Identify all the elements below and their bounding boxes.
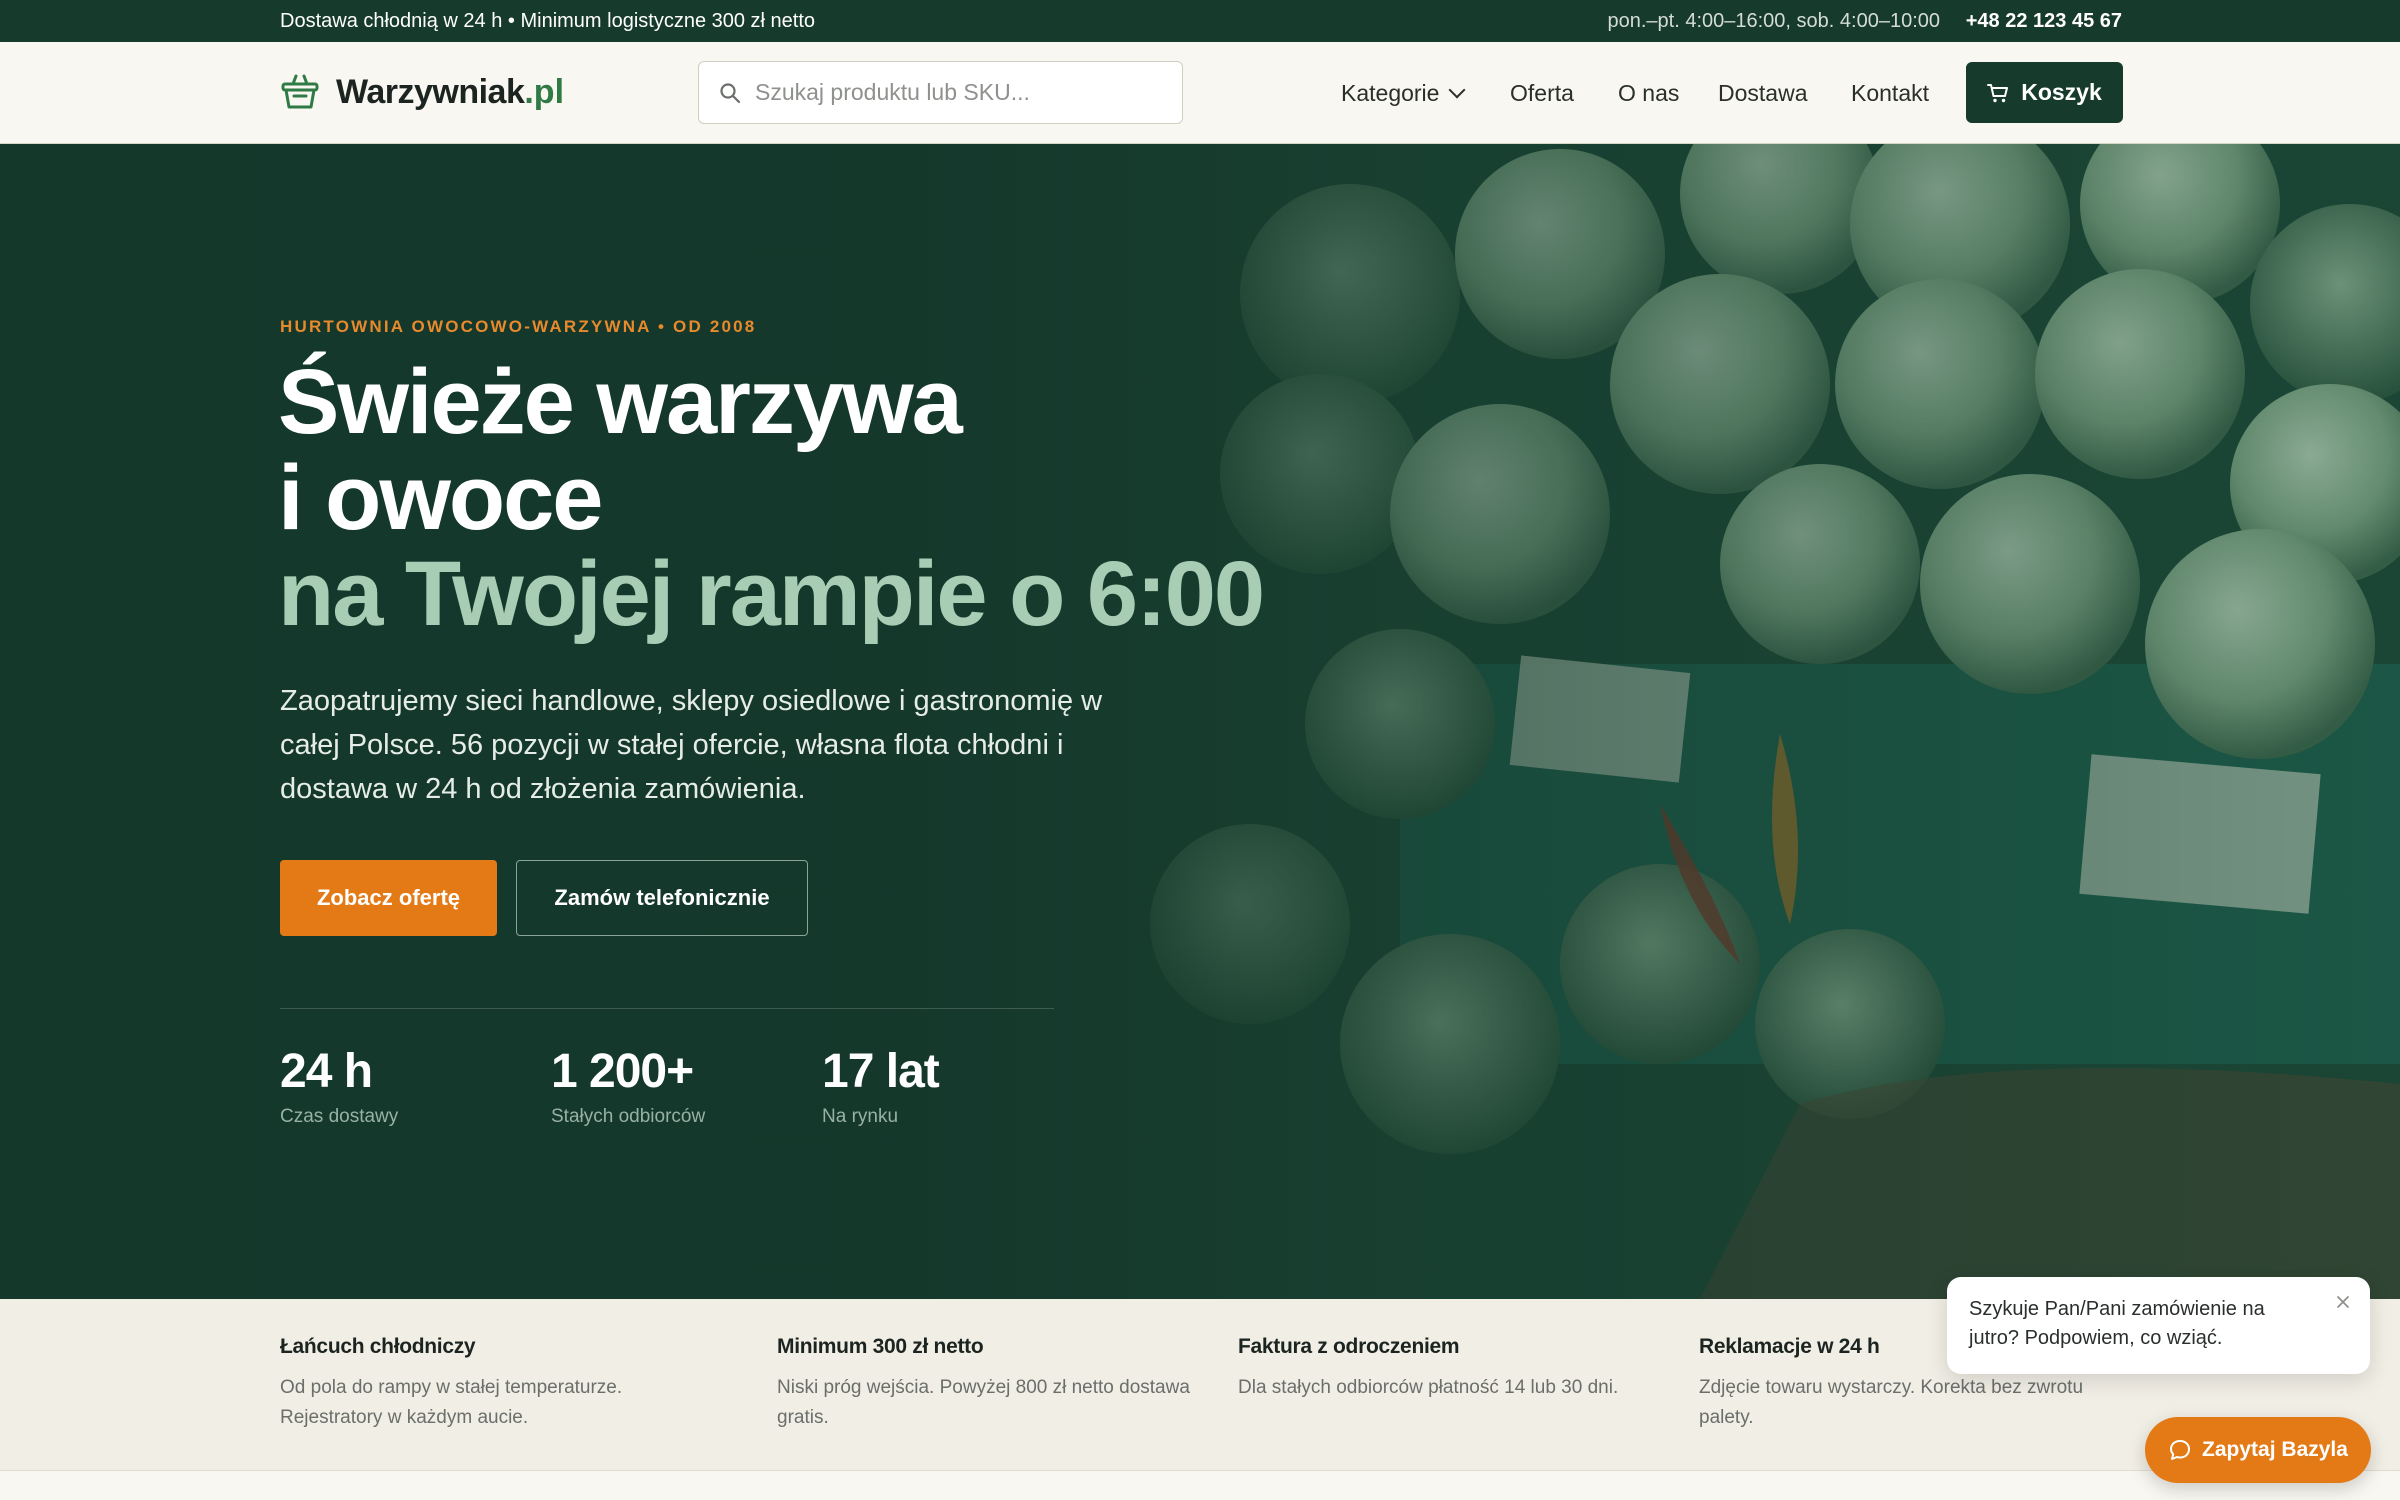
stat-label: Stałych odbiorców	[551, 1106, 706, 1127]
see-offer-button[interactable]: Zobacz ofertę	[280, 860, 497, 936]
stat-value: 1 200+	[551, 1045, 694, 1098]
stat-value: 17 lat	[822, 1045, 940, 1098]
nav-item-offer[interactable]: Oferta	[1510, 42, 1574, 144]
hero-eyebrow: HURTOWNIA OWOCOWO-WARZYWNA • OD 2008	[280, 317, 757, 336]
chat-prompt-bubble[interactable]: Szykuje Pan/Pani zamówienie na jutro? Po…	[1947, 1277, 2370, 1374]
feature-desc: Dla stałych odbiorców płatność 14 lub 30…	[1238, 1377, 1619, 1398]
feature-desc: Od pola do rampy w stałej temperaturze. …	[280, 1377, 623, 1428]
stat-customers: 1 200+ Stałych odbiorców	[551, 1044, 705, 1128]
close-icon[interactable]	[2332, 1291, 2354, 1313]
feature-minimum-order: Minimum 300 zł netto Niski próg wejścia.…	[777, 1335, 1197, 1433]
top-info-bar: Dostawa chłodnią w 24 h • Minimum logist…	[0, 0, 2400, 42]
order-by-phone-button[interactable]: Zamów telefonicznie	[516, 860, 808, 936]
nav-item-about[interactable]: O nas	[1618, 42, 1679, 144]
nav-item-categories[interactable]: Kategorie	[1341, 42, 1466, 144]
stat-label: Na rynku	[822, 1106, 899, 1127]
next-section-edge	[0, 1471, 2400, 1500]
feature-desc: Niski próg wejścia. Powyżej 800 zł netto…	[777, 1377, 1190, 1428]
hero-section: HURTOWNIA OWOCOWO-WARZYWNA • OD 2008 Świ…	[0, 144, 2400, 1299]
cart-button[interactable]: Koszyk	[1966, 62, 2123, 123]
phone-link[interactable]: +48 22 123 45 67	[1966, 0, 2122, 42]
hero-divider	[280, 1008, 1054, 1009]
feature-title: Łańcuch chłodniczy	[280, 1335, 476, 1358]
stat-years: 17 lat Na rynku	[822, 1044, 940, 1128]
feature-desc: Zdjęcie towaru wystarczy. Korekta bez zw…	[1699, 1377, 2084, 1428]
feature-deferred-invoice: Faktura z odroczeniem Dla stałych odbior…	[1238, 1335, 1658, 1403]
chat-bubble-icon	[2170, 1440, 2191, 1460]
feature-cold-chain: Łańcuch chłodniczy Od pola do rampy w st…	[280, 1335, 700, 1433]
hero-lead: Zaopatrujemy sieci handlowe, sklepy osie…	[280, 685, 1103, 805]
feature-title: Minimum 300 zł netto	[777, 1335, 984, 1358]
delivery-info-text: Dostawa chłodnią w 24 h • Minimum logist…	[280, 10, 816, 32]
nav-categories-label: Kategorie	[1341, 80, 1440, 106]
feature-title: Faktura z odroczeniem	[1238, 1335, 1460, 1358]
stat-value: 24 h	[280, 1045, 373, 1098]
chat-prompt-message: Szykuje Pan/Pani zamówienie na jutro? Po…	[1969, 1298, 2265, 1349]
opening-hours-text: pon.–pt. 4:00–16:00, sob. 4:00–10:00	[1607, 10, 1940, 32]
hero-title-line2: i owoce	[278, 447, 603, 549]
cart-label: Koszyk	[2021, 79, 2102, 105]
nav-item-delivery[interactable]: Dostawa	[1718, 42, 1807, 144]
hero-title: Świeże warzywa i owoce na Twojej rampie …	[278, 351, 1265, 645]
nav-item-contact[interactable]: Kontakt	[1851, 42, 1929, 144]
chat-button-label: Zapytaj Bazyla	[2202, 1438, 2348, 1461]
chevron-down-icon	[1448, 81, 1466, 99]
stat-label: Czas dostawy	[280, 1106, 399, 1127]
stat-delivery-time: 24 h Czas dostawy	[280, 1044, 398, 1128]
hero-title-line3: na Twojej rampie o 6:00	[278, 543, 1265, 645]
site-header: Warzywniak.pl Kategorie Oferta O nas Dos…	[0, 42, 2400, 144]
hero-title-line1: Świeże warzywa	[278, 351, 963, 453]
cart-icon	[1987, 83, 2009, 102]
chat-open-button[interactable]: Zapytaj Bazyla	[2145, 1417, 2371, 1483]
